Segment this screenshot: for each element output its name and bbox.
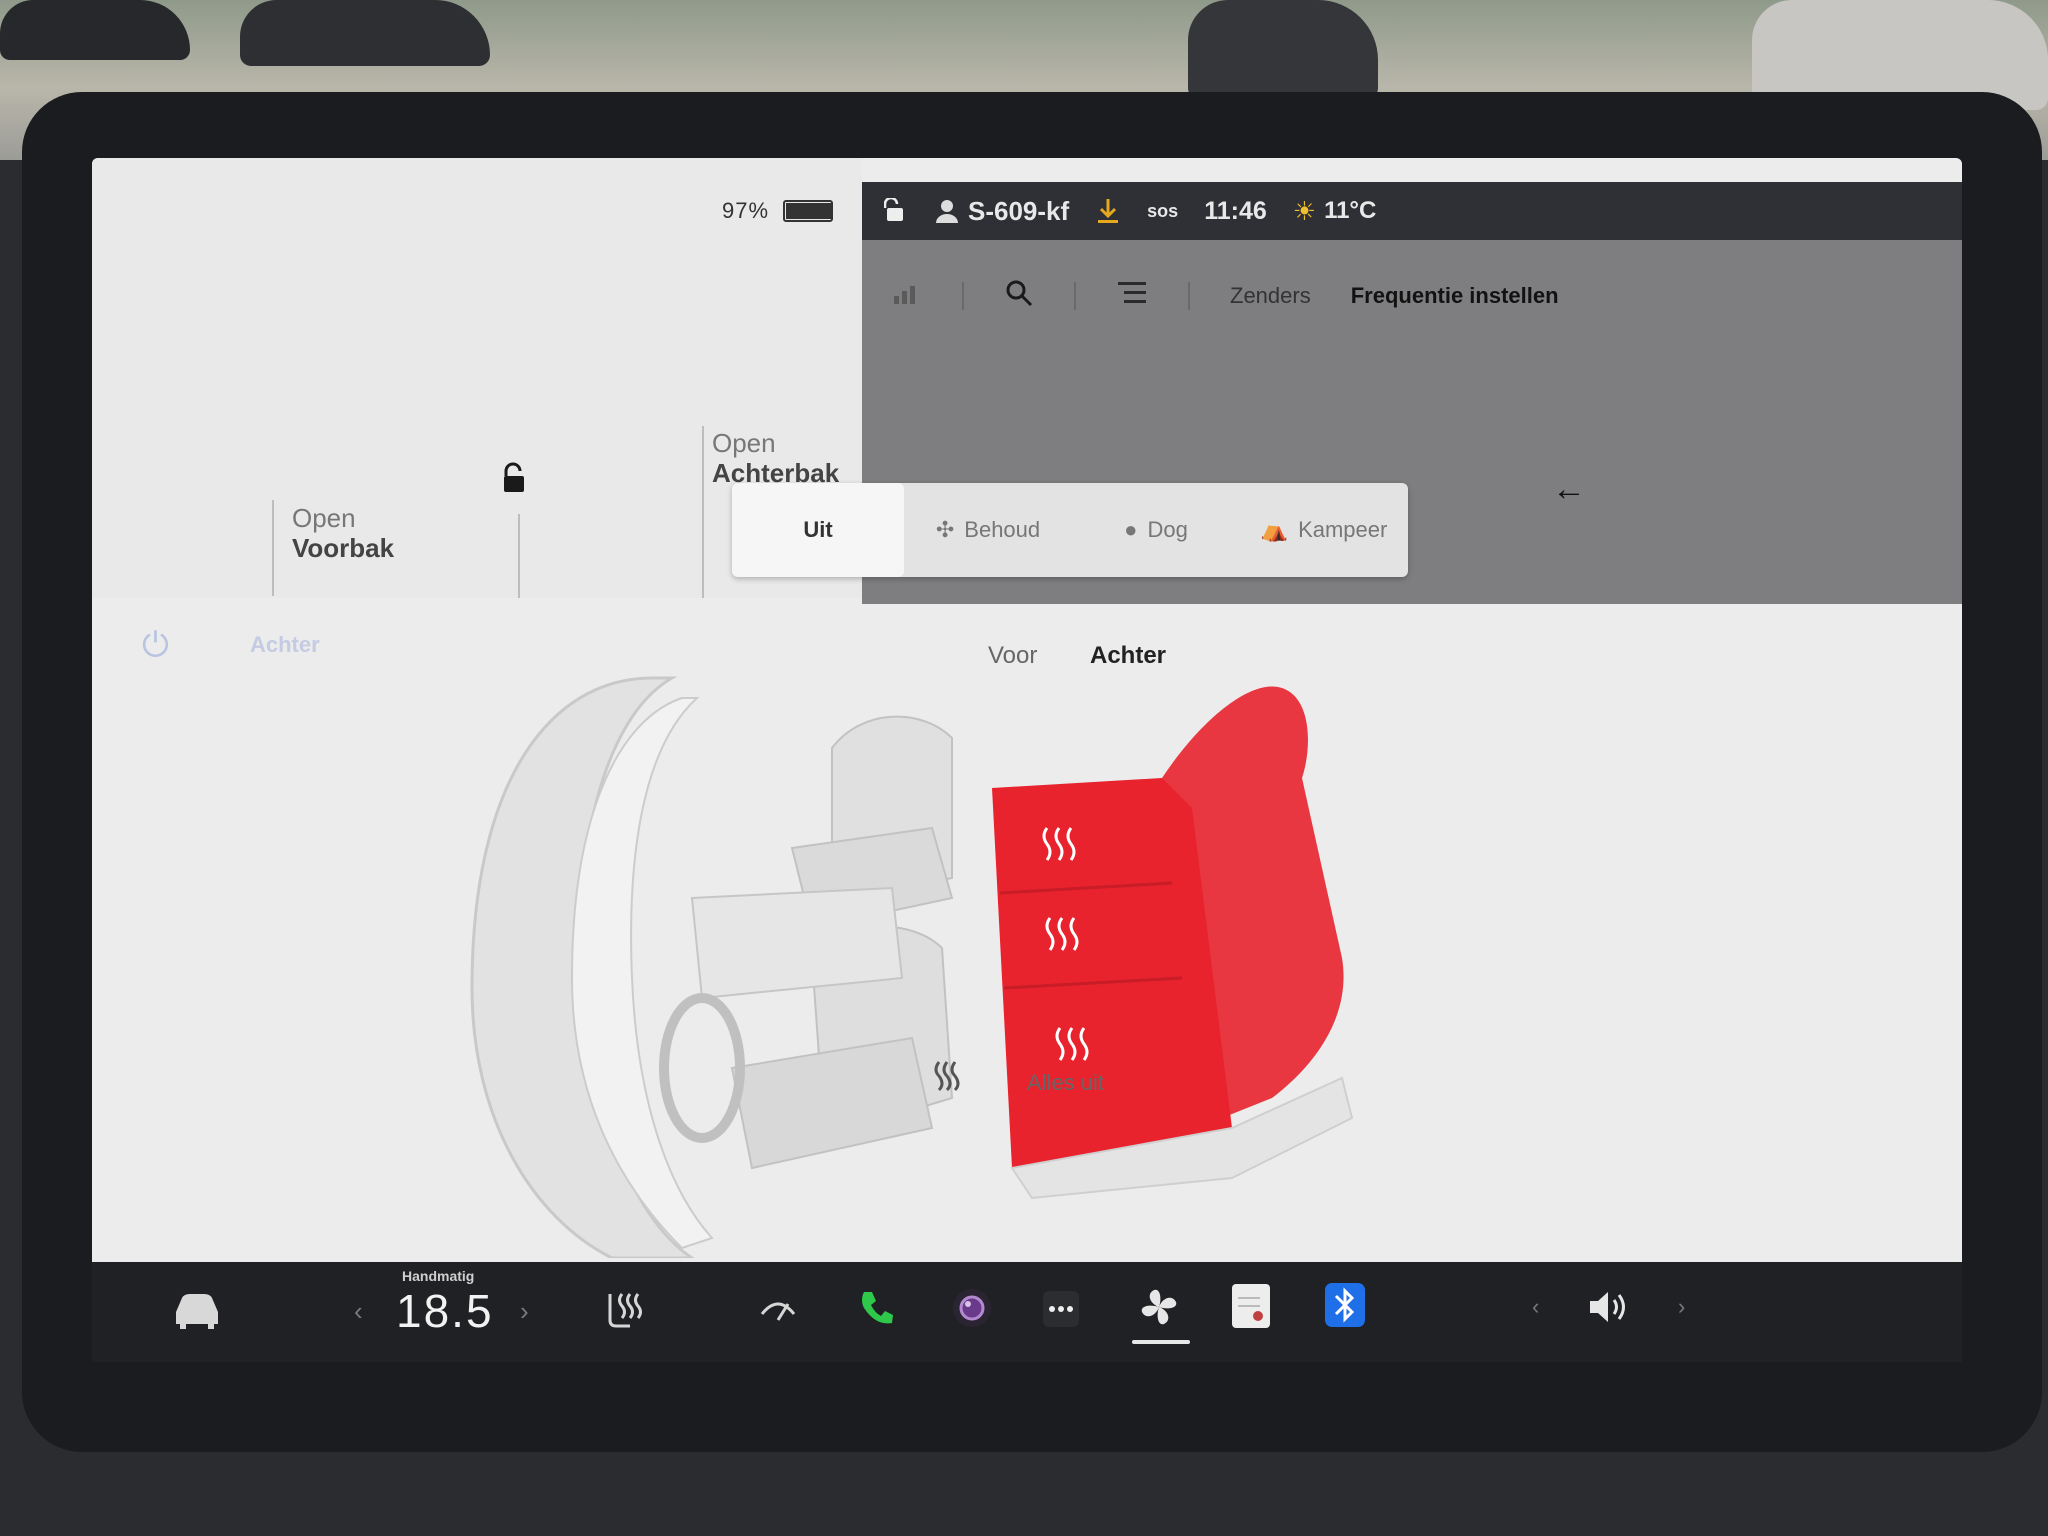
- tab-frequentie-instellen[interactable]: Frequentie instellen: [1351, 283, 1559, 309]
- profile-name: S-609-kf: [968, 195, 1070, 226]
- status-bar: S-609-kf sos 11:46 ☀ 11°C: [862, 182, 1962, 240]
- battery-icon: [783, 200, 834, 222]
- bottom-bar: ‹ Handmatig 18.5 › ‹ ›: [92, 1262, 1962, 1362]
- mode-uit[interactable]: Uit: [732, 483, 904, 577]
- notes-icon[interactable]: [1230, 1282, 1272, 1330]
- media-toolbar: Zenders Frequentie instellen: [892, 278, 1559, 314]
- mode-uit-label: Uit: [803, 517, 833, 542]
- profile-button[interactable]: S-609-kf: [934, 196, 1069, 227]
- person-icon: [936, 200, 958, 223]
- mode-dog-label: Dog: [1147, 517, 1188, 542]
- toolbar-separator: [1188, 282, 1190, 310]
- lock-status-icon[interactable]: [884, 198, 908, 224]
- mode-dog[interactable]: ● Dog: [1072, 483, 1240, 577]
- mode-kampeer-label: Kampeer: [1298, 517, 1388, 542]
- sos-label: sos: [1147, 200, 1179, 221]
- mode-behoud-label: Behoud: [964, 517, 1041, 542]
- fan-icon[interactable]: [1136, 1284, 1182, 1330]
- toolbar-separator: [1074, 282, 1076, 310]
- climate-keep-mode-bar: Uit ✣ Behoud ● Dog ⛺ Kampeer: [732, 483, 1408, 577]
- rear-defrost-label[interactable]: Achter: [250, 632, 320, 658]
- open-frunk-line2: Voorbak: [292, 533, 395, 563]
- door-divider: [518, 514, 520, 598]
- frunk-divider: [272, 500, 274, 596]
- tent-icon: ⛺: [1260, 517, 1289, 542]
- cabin-temperature[interactable]: 18.5: [396, 1284, 494, 1338]
- more-icon[interactable]: [1042, 1290, 1080, 1328]
- paw-icon: ●: [1124, 517, 1138, 542]
- open-trunk-button[interactable]: Open Achterbak: [712, 428, 839, 488]
- volume-increase-chevron-icon[interactable]: ›: [1678, 1294, 1685, 1320]
- sun-icon: ☀: [1292, 195, 1317, 226]
- unlock-icon[interactable]: [496, 462, 530, 503]
- volume-icon[interactable]: [1586, 1288, 1632, 1326]
- all-heat-icon[interactable]: [932, 1058, 962, 1100]
- search-icon[interactable]: [1004, 278, 1034, 314]
- outside-temperature: ☀ 11°C: [1293, 196, 1377, 227]
- active-tab-indicator: [1132, 1340, 1190, 1344]
- mode-behoud[interactable]: ✣ Behoud: [904, 483, 1072, 577]
- camera-icon[interactable]: [950, 1286, 994, 1330]
- battery-indicator: 97%: [722, 198, 834, 224]
- battery-fill: [786, 203, 831, 219]
- front-seat-cushion-left: [730, 1036, 934, 1170]
- signal-icon[interactable]: [892, 280, 922, 312]
- wiper-icon[interactable]: [758, 1292, 798, 1326]
- all-off-button[interactable]: Alles uit: [1027, 1070, 1104, 1096]
- background-car-left-2: [240, 0, 490, 66]
- list-icon[interactable]: [1116, 279, 1148, 313]
- climate-mode-label: Handmatig: [402, 1268, 475, 1284]
- temp-increase-chevron-icon[interactable]: ›: [520, 1296, 529, 1327]
- sos-button[interactable]: sos: [1147, 201, 1178, 222]
- background-car-center: [1188, 0, 1378, 100]
- fan-icon: ✣: [935, 517, 955, 542]
- touchscreen: 97% Open Voorbak Open Achterbak S-609-kf: [92, 158, 1962, 1358]
- seat-heat-icon[interactable]: [604, 1290, 644, 1332]
- center-console: [690, 886, 904, 1000]
- bluetooth-icon[interactable]: [1324, 1282, 1366, 1328]
- clock: 11:46: [1204, 197, 1267, 226]
- power-icon[interactable]: ⏻: [142, 626, 169, 665]
- open-frunk-line1: Open: [292, 503, 356, 533]
- temp-decrease-chevron-icon[interactable]: ‹: [354, 1296, 363, 1327]
- mode-kampeer[interactable]: ⛺ Kampeer: [1240, 483, 1408, 577]
- background-car-left: [0, 0, 190, 60]
- car-interior-render: [470, 676, 1354, 1258]
- toolbar-separator: [962, 282, 964, 310]
- outside-temp-value: 11°C: [1324, 197, 1377, 224]
- car-icon[interactable]: [170, 1290, 222, 1330]
- phone-icon[interactable]: [856, 1288, 896, 1328]
- trunk-divider: [702, 426, 704, 598]
- steering-wheel: [659, 993, 745, 1143]
- open-trunk-line1: Open: [712, 428, 776, 458]
- clock-time: 11:46: [1204, 196, 1267, 225]
- download-icon[interactable]: [1095, 197, 1121, 225]
- tab-zenders[interactable]: Zenders: [1230, 283, 1311, 309]
- open-frunk-button[interactable]: Open Voorbak: [292, 503, 394, 563]
- back-arrow-icon[interactable]: ←: [1552, 470, 1586, 509]
- volume-decrease-chevron-icon[interactable]: ‹: [1532, 1294, 1539, 1320]
- battery-percent: 97%: [722, 198, 770, 223]
